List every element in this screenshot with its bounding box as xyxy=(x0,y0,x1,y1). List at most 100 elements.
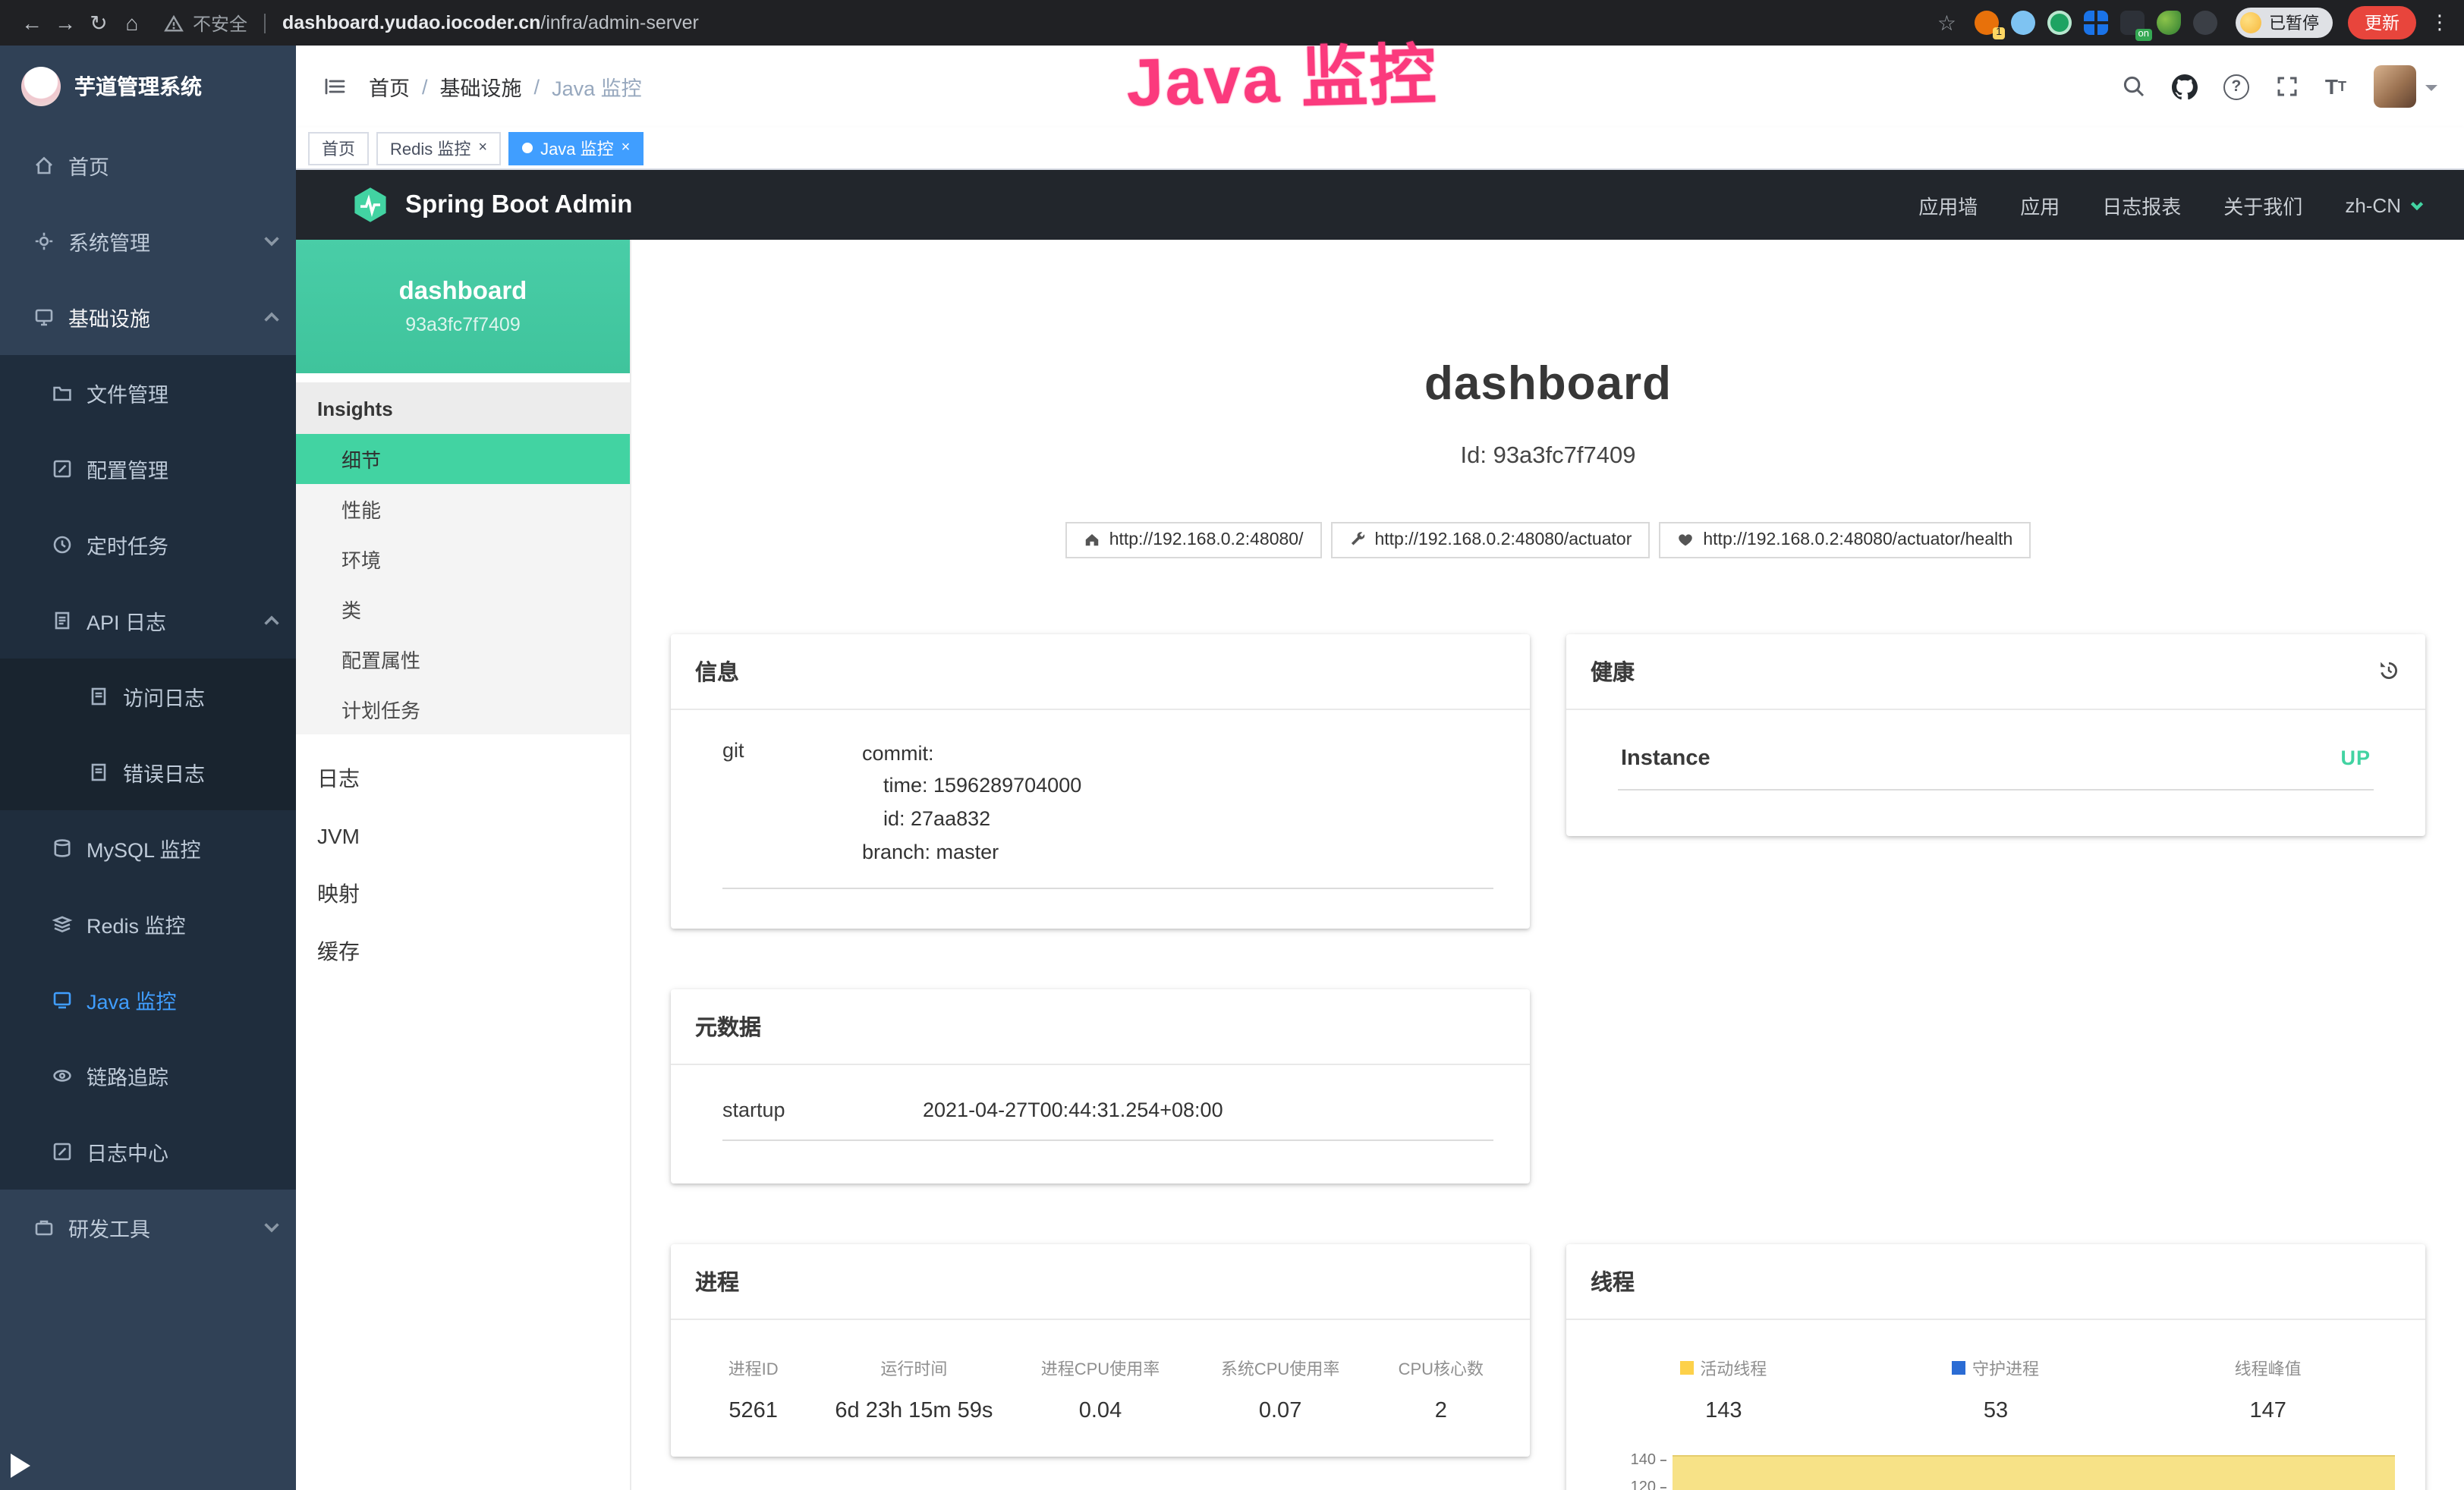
breadcrumb-item[interactable]: 首页 xyxy=(369,71,410,102)
close-icon[interactable]: × xyxy=(478,140,487,156)
sidebar-item-mysql[interactable]: MySQL 监控 xyxy=(0,810,296,886)
avatar[interactable] xyxy=(2374,65,2416,108)
sba-item-scheduled-tasks[interactable]: 计划任务 xyxy=(296,684,630,734)
card-header: 健康 xyxy=(1566,633,2425,709)
info-line: commit: xyxy=(862,737,1081,770)
link-health[interactable]: http://192.168.0.2:48080/actuator/health xyxy=(1659,521,2031,558)
sidebar-menu: 首页 系统管理 基础设施 文件管理 xyxy=(0,127,296,1490)
sidebar-item-file[interactable]: 文件管理 xyxy=(0,355,296,431)
sba-nav-wallboard[interactable]: 应用墙 xyxy=(1918,190,1978,219)
info-value: commit: time: 1596289704000 id: 27aa832 … xyxy=(862,737,1081,869)
monitor-icon xyxy=(33,306,55,328)
sidebar-item-java[interactable]: Java 监控 xyxy=(0,962,296,1038)
sidebar-item-access-log[interactable]: 访问日志 xyxy=(0,659,296,734)
sba-nav-applications[interactable]: 应用 xyxy=(2020,190,2060,219)
sidebar-item-label: Redis 监控 xyxy=(87,909,186,939)
clock-icon xyxy=(52,534,73,555)
process-card: 进程 进程ID 运行时间 进程CPU使用率 系统CPU使用率 CPU核心数 52… xyxy=(671,1244,1530,1457)
sidebar-item-home[interactable]: 首页 xyxy=(0,127,296,203)
fullscreen-icon[interactable] xyxy=(2275,74,2299,99)
ext-switch-icon[interactable]: on xyxy=(2120,11,2145,35)
sidebar-item-dev-tools[interactable]: 研发工具 xyxy=(0,1190,296,1265)
column-header: 进程CPU使用率 xyxy=(1010,1356,1190,1381)
profile-chip[interactable]: 已暂停 xyxy=(2236,8,2333,38)
live-threads-area xyxy=(1673,1455,2395,1490)
tag-home[interactable]: 首页 xyxy=(308,131,369,165)
sidebar-item-label: 文件管理 xyxy=(87,378,168,408)
sba-nav-journal[interactable]: 日志报表 xyxy=(2102,190,2181,219)
address-bar[interactable]: 不安全 dashboard.yudao.iocoder.cn/infra/adm… xyxy=(164,10,699,36)
app-logo-row[interactable]: 芋道管理系统 xyxy=(0,46,296,127)
help-icon[interactable]: ? xyxy=(2223,74,2249,99)
sba-item-classes[interactable]: 类 xyxy=(296,584,630,634)
app-sidebar: 芋道管理系统 首页 系统管理 基础设施 xyxy=(0,46,296,1490)
breadcrumb-item[interactable]: 基础设施 xyxy=(440,71,522,102)
sba-item-configprops[interactable]: 配置属性 xyxy=(296,634,630,684)
chevron-down-icon xyxy=(261,231,282,252)
sba-item-logfile[interactable]: 日志 xyxy=(296,750,630,807)
sidebar-item-error-log[interactable]: 错误日志 xyxy=(0,734,296,810)
health-row[interactable]: Instance UP xyxy=(1618,746,2374,790)
home-icon[interactable]: ⌂ xyxy=(115,11,149,35)
sba-brand[interactable]: Spring Boot Admin xyxy=(351,185,632,225)
github-icon[interactable] xyxy=(2172,74,2198,99)
sidebar-item-redis[interactable]: Redis 监控 xyxy=(0,886,296,962)
threads-legend: 活动线程 守护进程 线程峰值 143 53 147 xyxy=(1588,1356,2404,1423)
history-icon[interactable] xyxy=(2377,659,2401,683)
ext-drop-icon[interactable] xyxy=(2011,11,2035,35)
sba-item-mappings[interactable]: 映射 xyxy=(296,865,630,923)
bookmark-star-icon[interactable]: ☆ xyxy=(1937,10,1956,36)
legend-item: 线程峰值 xyxy=(2132,1356,2404,1381)
ext-dark-icon[interactable] xyxy=(2193,11,2217,35)
ext-count-badge: 1 xyxy=(1993,27,2005,39)
tag-label: Redis 监控 xyxy=(390,136,470,160)
instance-header[interactable]: dashboard 93a3fc7f7409 xyxy=(296,240,630,373)
cell-value: 5261 xyxy=(689,1399,817,1423)
sidebar-item-config[interactable]: 配置管理 xyxy=(0,431,296,507)
link-label: http://192.168.0.2:48080/ xyxy=(1109,530,1304,549)
ext-leaf-icon[interactable] xyxy=(2157,11,2181,35)
sba-nav-about[interactable]: 关于我们 xyxy=(2223,190,2302,219)
link-base-url[interactable]: http://192.168.0.2:48080/ xyxy=(1065,521,1322,558)
sidebar-item-trace[interactable]: 链路追踪 xyxy=(0,1038,296,1114)
sba-item-jvm[interactable]: JVM xyxy=(296,807,630,865)
tag-redis[interactable]: Redis 监控 × xyxy=(376,131,501,165)
back-icon[interactable]: ← xyxy=(15,11,49,35)
forward-icon[interactable]: → xyxy=(49,11,82,35)
sidebar-item-infra[interactable]: 基础设施 xyxy=(0,279,296,355)
update-button[interactable]: 更新 xyxy=(2348,6,2416,39)
legend-swatch-daemon xyxy=(1953,1362,1966,1375)
sba-item-caches[interactable]: 缓存 xyxy=(296,923,630,980)
sidebar-item-job[interactable]: 定时任务 xyxy=(0,507,296,583)
ext-orange-icon[interactable]: 1 xyxy=(1975,11,1999,35)
search-icon[interactable] xyxy=(2122,74,2146,99)
legend-label: 守护进程 xyxy=(1972,1356,2039,1381)
reload-icon[interactable]: ↻ xyxy=(82,10,115,36)
sba-item-metrics[interactable]: 性能 xyxy=(296,484,630,534)
breadcrumb-separator: / xyxy=(534,75,540,98)
sidebar-item-log-center[interactable]: 日志中心 xyxy=(0,1114,296,1190)
sidebar-item-system[interactable]: 系统管理 xyxy=(0,203,296,279)
ext-grid-icon[interactable] xyxy=(2084,11,2108,35)
avatar-caret-icon[interactable] xyxy=(2425,84,2437,96)
legend-value: 147 xyxy=(2132,1399,2404,1423)
instance-id-line: Id: 93a3fc7f7409 xyxy=(671,442,2425,470)
sidebar-item-api-log[interactable]: API 日志 xyxy=(0,583,296,659)
info-card: 信息 git commit: time: 1596289704000 id: 2… xyxy=(671,633,1530,929)
tag-java[interactable]: Java 监控× xyxy=(508,131,644,165)
sba-item-details[interactable]: 细节 xyxy=(296,434,630,484)
locale-select[interactable]: zh-CN xyxy=(2345,193,2425,216)
browser-menu-icon[interactable]: ⋮ xyxy=(2430,11,2450,35)
metadata-card: 元数据 startup 2021-04-27T00:44:31.254+08:0… xyxy=(671,989,1530,1184)
font-large-glyph: T xyxy=(2325,74,2338,99)
ext-green-circle-icon[interactable] xyxy=(2047,11,2072,35)
sba-item-environment[interactable]: 环境 xyxy=(296,534,630,584)
gear-icon xyxy=(33,231,55,252)
home-icon xyxy=(33,155,55,176)
close-icon[interactable]: × xyxy=(622,140,631,156)
link-actuator[interactable]: http://192.168.0.2:48080/actuator xyxy=(1330,521,1650,558)
metadata-key: startup xyxy=(722,1099,923,1121)
sidebar-toggle-icon[interactable] xyxy=(323,74,348,99)
wrench-icon xyxy=(1348,531,1365,548)
font-size-icon[interactable]: TT xyxy=(2325,74,2346,99)
